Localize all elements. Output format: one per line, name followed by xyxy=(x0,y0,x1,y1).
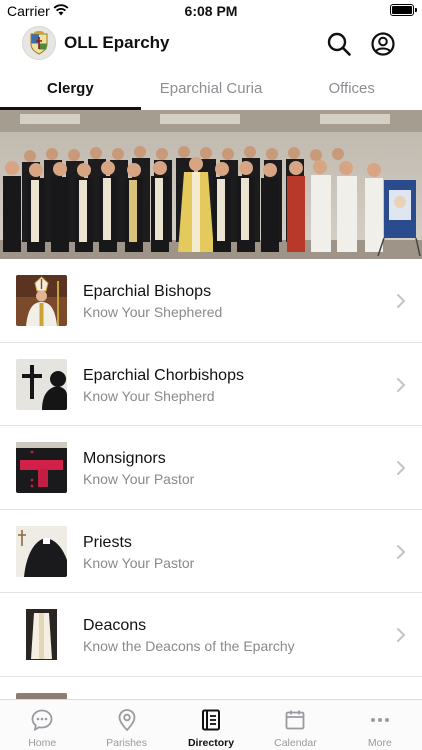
item-title: Monsignors xyxy=(83,450,166,467)
bottom-tab-bar: Home Parishes Directory Calendar More xyxy=(0,699,422,750)
list-item-deacons[interactable]: Deacons Know the Deacons of the Eparchy xyxy=(0,593,422,677)
clergy-list: Eparchial Bishops Know Your Shephered Ep… xyxy=(0,259,422,699)
tab-eparchial-curia[interactable]: Eparchial Curia xyxy=(141,72,282,110)
item-title: Deacons xyxy=(83,617,147,634)
chevron-right-icon xyxy=(397,544,405,559)
deacon-vestment-photo-icon xyxy=(16,609,67,660)
item-subtitle: Know the Deacons of the Eparchy xyxy=(83,638,295,654)
tabbar-directory[interactable]: Directory xyxy=(169,700,253,750)
cross-silhouette-photo-icon xyxy=(16,358,67,410)
tabbar-parishes[interactable]: Parishes xyxy=(84,700,168,750)
tab-label: Clergy xyxy=(46,80,94,97)
tab-offices[interactable]: Offices xyxy=(281,72,422,110)
list-item-monsignors[interactable]: Monsignors Know Your Pastor xyxy=(0,426,422,510)
item-title: Eparchial Chorbishops xyxy=(83,366,244,384)
app-title: OLL Eparchy xyxy=(64,33,170,52)
tabbar-label: More xyxy=(367,737,392,749)
segment-tabs: Clergy Eparchial Curia Offices xyxy=(0,72,422,110)
group-photo-illustration xyxy=(0,110,422,259)
location-pin-icon xyxy=(118,709,136,732)
list-item-partial[interactable] xyxy=(0,677,422,699)
tabbar-label: Home xyxy=(28,737,57,749)
list-item-eparchial-bishops[interactable]: Eparchial Bishops Know Your Shephered xyxy=(0,259,422,343)
search-icon[interactable] xyxy=(326,31,352,57)
clergy-group-photo xyxy=(0,110,422,259)
chevron-right-icon xyxy=(397,628,405,642)
tabbar-calendar[interactable]: Calendar xyxy=(253,700,337,750)
item-subtitle: Know Your Pastor xyxy=(83,554,195,571)
chat-bubble-icon xyxy=(31,709,53,732)
app-header: OLL Eparchy xyxy=(0,22,422,66)
tabbar-label: Directory xyxy=(187,737,235,749)
tabbar-label: Calendar xyxy=(274,737,317,749)
item-title: Eparchial Bishops xyxy=(83,283,212,300)
tab-label: Offices xyxy=(328,80,375,97)
item-title: Priests xyxy=(83,533,132,551)
directory-book-icon xyxy=(202,709,221,731)
priest-collar-photo-icon xyxy=(16,525,67,577)
list-item-eparchial-chorbishops[interactable]: Eparchial Chorbishops Know Your Shepherd xyxy=(0,343,422,426)
clock: 6:08 PM xyxy=(184,3,238,19)
tabbar-label: Parishes xyxy=(106,737,148,749)
tabbar-home[interactable]: Home xyxy=(0,700,84,750)
eparchy-crest-icon[interactable] xyxy=(22,26,56,60)
more-dots-icon xyxy=(370,718,389,722)
list-item-priests[interactable]: Priests Know Your Pastor xyxy=(0,510,422,593)
item-subtitle: Know Your Pastor xyxy=(83,471,195,487)
tab-label: Eparchial Curia xyxy=(159,80,263,97)
monsignor-sash-photo-icon xyxy=(16,442,67,493)
chevron-right-icon xyxy=(397,294,405,308)
battery-icon xyxy=(390,4,417,16)
item-subtitle: Know Your Shephered xyxy=(83,304,223,320)
bishop-photo-icon xyxy=(16,275,67,326)
chevron-right-icon xyxy=(397,461,405,475)
calendar-icon xyxy=(286,710,305,730)
tabbar-more[interactable]: More xyxy=(338,700,422,750)
account-circle-icon[interactable] xyxy=(370,31,396,57)
tab-clergy[interactable]: Clergy xyxy=(0,72,141,110)
status-bar: Carrier 6:08 PM xyxy=(0,0,422,22)
chevron-right-icon xyxy=(397,377,405,392)
item-subtitle: Know Your Shepherd xyxy=(83,387,215,404)
